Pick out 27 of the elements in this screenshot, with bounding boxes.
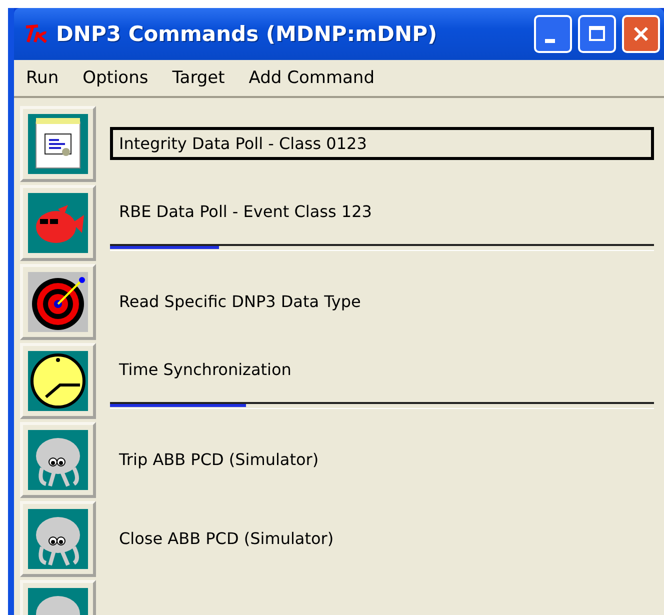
command-icon-button[interactable] <box>20 106 96 182</box>
command-label[interactable]: RBE Data Poll - Event Class 123 <box>110 194 654 228</box>
menu-item[interactable]: Options <box>82 68 148 88</box>
minimize-icon <box>545 39 555 43</box>
close-button[interactable] <box>622 15 660 53</box>
window-title: DNP3 Commands (MDNP:mDNP) <box>56 22 438 46</box>
minimize-button[interactable] <box>534 15 572 53</box>
command-label[interactable]: Trip ABB PCD (Simulator) <box>110 443 654 476</box>
command-label[interactable]: Time Synchronization <box>110 352 654 386</box>
maximize-icon <box>588 25 606 43</box>
command-label[interactable]: Read Specific DNP3 Data Type <box>110 285 654 318</box>
maximize-button[interactable] <box>578 15 616 53</box>
menu-item[interactable]: Target <box>172 68 225 88</box>
close-icon <box>632 25 650 43</box>
command-icon-button[interactable] <box>20 264 96 340</box>
bug-icon <box>28 430 88 490</box>
clock-icon <box>28 350 88 410</box>
command-label[interactable]: Close ABB PCD (Simulator) <box>110 522 654 555</box>
certificate-icon <box>28 114 88 174</box>
command-icon-button[interactable] <box>20 342 96 418</box>
target-icon <box>28 272 88 332</box>
bug-icon <box>28 508 88 568</box>
fish-icon <box>28 192 88 252</box>
menu-item[interactable]: Add Command <box>248 68 374 88</box>
tk-logo-icon <box>24 24 50 44</box>
command-label[interactable]: Integrity Data Poll - Class 0123 <box>110 127 654 160</box>
menu-item[interactable]: Run <box>26 68 59 88</box>
